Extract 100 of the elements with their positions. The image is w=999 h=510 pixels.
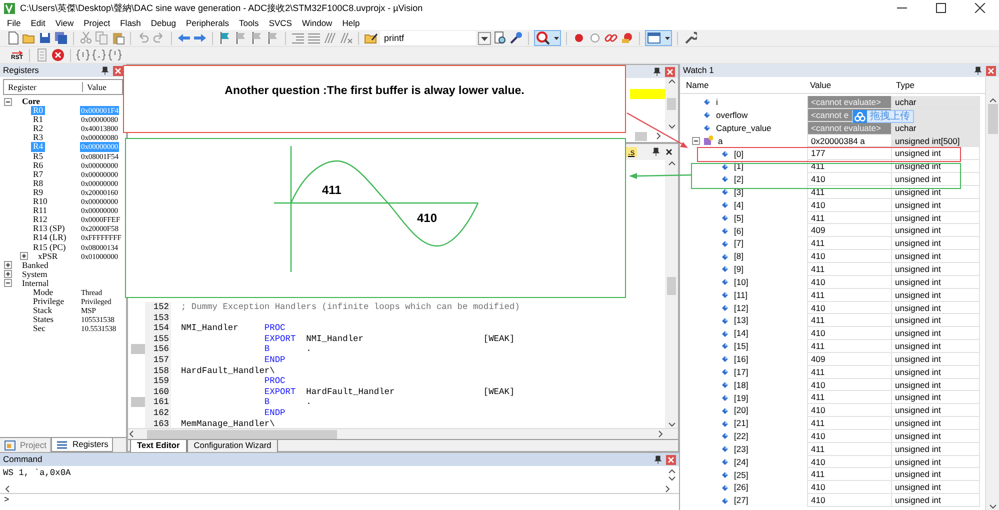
- variable-name[interactable]: [13]: [734, 314, 748, 328]
- variable-value[interactable]: 410: [811, 495, 826, 506]
- menu-item[interactable]: Help: [337, 18, 365, 28]
- register-name[interactable]: R11: [31, 206, 50, 216]
- register-name[interactable]: Stack: [31, 306, 54, 316]
- register-name[interactable]: R12: [31, 215, 50, 224]
- variable-name[interactable]: i: [716, 96, 718, 109]
- step-over-icon[interactable]: [92, 48, 106, 62]
- register-name[interactable]: R10: [31, 197, 50, 206]
- variable-value[interactable]: 411: [811, 444, 825, 454]
- variable-value[interactable]: 411: [811, 392, 825, 402]
- variable-value[interactable]: 411: [811, 418, 825, 428]
- variable-value[interactable]: 410: [811, 482, 826, 492]
- editor-tab[interactable]: Text Editor: [130, 440, 187, 452]
- variable-name[interactable]: [20]: [734, 404, 748, 417]
- variable-value[interactable]: 177: [811, 148, 826, 158]
- maximize-icon[interactable]: [936, 3, 946, 13]
- uncomment-icon[interactable]: [339, 31, 353, 45]
- variable-value[interactable]: 411: [811, 341, 825, 352]
- register-name[interactable]: Sec: [31, 324, 48, 334]
- register-name[interactable]: R5: [31, 152, 46, 161]
- forward-arrow-icon[interactable]: [193, 31, 207, 45]
- variable-name[interactable]: [2]: [734, 173, 744, 186]
- variable-name[interactable]: overflow: [716, 108, 748, 122]
- menu-item[interactable]: Debug: [146, 18, 181, 28]
- variable-name[interactable]: a: [718, 134, 723, 148]
- scroll-right-icon[interactable]: [657, 430, 664, 438]
- variable-name[interactable]: [14]: [734, 327, 748, 340]
- column-header[interactable]: Value: [810, 80, 896, 90]
- pin-icon[interactable]: [973, 66, 982, 76]
- pin-icon[interactable]: [651, 147, 660, 157]
- variable-value[interactable]: 411: [811, 212, 825, 223]
- variable-name[interactable]: [8]: [734, 250, 744, 263]
- step-icon[interactable]: [76, 48, 90, 62]
- variable-name[interactable]: [11]: [734, 288, 748, 302]
- variable-name[interactable]: [26]: [734, 481, 748, 494]
- variable-value[interactable]: 411: [811, 238, 825, 248]
- variable-name[interactable]: [7]: [734, 237, 744, 250]
- scroll-thumb[interactable]: [667, 98, 676, 110]
- variable-value[interactable]: 411: [811, 469, 825, 480]
- column-header[interactable]: Register: [4, 82, 82, 92]
- expand-icon[interactable]: [4, 261, 12, 270]
- save-icon[interactable]: [38, 31, 52, 45]
- scroll-thumb[interactable]: [635, 132, 647, 140]
- variable-name[interactable]: [9]: [734, 263, 744, 276]
- variable-name[interactable]: [5]: [734, 212, 744, 224]
- pin-icon[interactable]: [653, 454, 662, 464]
- variable-name[interactable]: [16]: [734, 353, 748, 366]
- menu-item[interactable]: View: [50, 18, 79, 28]
- register-name[interactable]: R6: [31, 160, 46, 170]
- variable-name[interactable]: [17]: [734, 366, 748, 378]
- variable-value[interactable]: 410: [811, 302, 826, 312]
- scroll-up-icon[interactable]: [988, 97, 996, 104]
- command-input[interactable]: >: [0, 493, 679, 506]
- flag-icon[interactable]: [250, 31, 264, 45]
- indent-icon[interactable]: [291, 31, 305, 45]
- scroll-thumb[interactable]: [667, 277, 676, 295]
- variable-value[interactable]: 410: [811, 380, 826, 390]
- variable-value[interactable]: 411: [811, 366, 825, 377]
- variable-value[interactable]: 410: [811, 200, 826, 210]
- variable-value[interactable]: 410: [811, 276, 826, 287]
- window-button[interactable]: [645, 30, 672, 46]
- scroll-down-icon[interactable]: [668, 421, 676, 428]
- register-name[interactable]: R1: [31, 115, 46, 124]
- variable-value[interactable]: 410: [811, 405, 826, 416]
- dropdown-icon[interactable]: [478, 32, 491, 44]
- register-name[interactable]: R9: [31, 188, 46, 198]
- find-field[interactable]: printf: [380, 31, 476, 45]
- flag-icon[interactable]: [234, 31, 248, 45]
- variable-name[interactable]: [24]: [734, 456, 748, 468]
- wrench-icon[interactable]: [683, 31, 697, 45]
- variable-name[interactable]: [15]: [734, 340, 748, 353]
- vertical-scrollbar[interactable]: [665, 78, 678, 130]
- variable-value[interactable]: 409: [811, 354, 826, 364]
- editor-tab[interactable]: Configuration Wizard: [186, 440, 278, 452]
- column-header[interactable]: Name: [680, 80, 810, 90]
- variable-value[interactable]: 410: [811, 174, 826, 184]
- variable-name[interactable]: [3]: [734, 186, 744, 199]
- back-arrow-icon[interactable]: [177, 31, 191, 45]
- register-name[interactable]: R15 (PC): [31, 242, 68, 252]
- variable-name[interactable]: [18]: [734, 378, 748, 392]
- expand-icon[interactable]: [20, 252, 28, 260]
- scroll-down-icon[interactable]: [988, 503, 996, 510]
- step-out-icon[interactable]: [108, 48, 122, 62]
- column-header[interactable]: Value: [82, 82, 106, 92]
- variable-name[interactable]: [25]: [734, 468, 748, 482]
- column-header[interactable]: Type: [896, 80, 914, 90]
- pin-icon[interactable]: [100, 66, 109, 76]
- scroll-down-icon[interactable]: [668, 123, 676, 130]
- menu-item[interactable]: Tools: [234, 18, 264, 28]
- menu-item[interactable]: Window: [296, 18, 338, 28]
- register-name[interactable]: Privilege: [31, 297, 66, 306]
- scroll-up-icon[interactable]: [668, 468, 676, 475]
- flag-icon[interactable]: [266, 31, 280, 45]
- expand-icon[interactable]: [4, 270, 12, 278]
- variable-value[interactable]: 409: [811, 225, 826, 236]
- menu-item[interactable]: File: [2, 18, 26, 28]
- variable-name[interactable]: [22]: [734, 430, 748, 443]
- save-all-icon[interactable]: [54, 31, 68, 45]
- find-icon[interactable]: [493, 31, 507, 45]
